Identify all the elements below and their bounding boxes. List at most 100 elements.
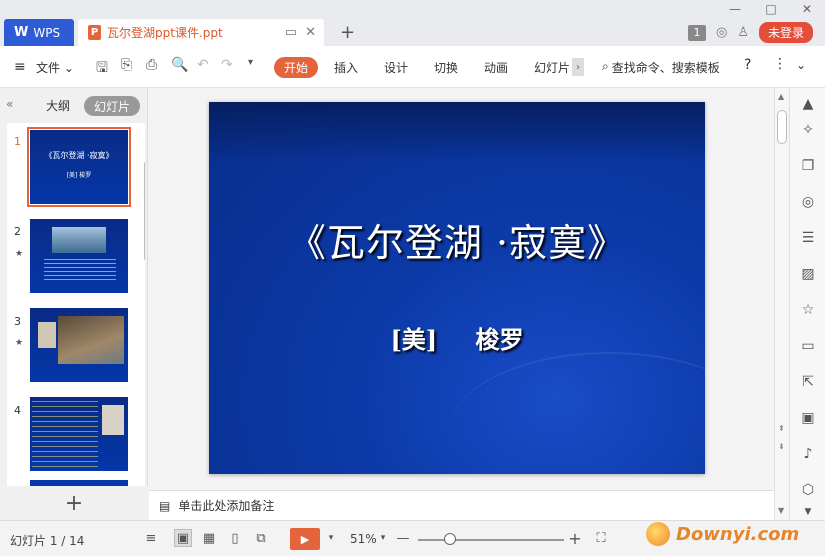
more-tabs-icon[interactable]: › [572, 58, 584, 76]
picture-icon[interactable]: ▣ [798, 408, 818, 428]
command-search[interactable]: ⌕ 查找命令、搜索模板 [602, 59, 720, 76]
thumbnail-list[interactable]: 1 《瓦尔登湖 ·寂寞》 [美] 梭罗 2 ★ 3 ★ 4 [7, 123, 145, 486]
document-tab-label: 瓦尔登湖ppt课件.ppt [107, 26, 223, 40]
shield-icon[interactable]: ⬡ [798, 480, 818, 500]
thumb-text-block [44, 259, 116, 283]
collapse-panel-icon[interactable]: « [6, 97, 13, 111]
collapse-ribbon-icon[interactable]: ⌄ [796, 58, 806, 72]
copy-icon[interactable]: ❐ [798, 156, 818, 176]
monitor-icon[interactable]: ▭ [285, 25, 297, 40]
next-slide-icon[interactable]: ⇟ [778, 442, 785, 451]
new-tab-button[interactable]: + [340, 22, 355, 43]
zoom-slider-handle[interactable] [444, 533, 456, 545]
redo-icon[interactable]: ↷ [221, 57, 233, 73]
tab-slideshow[interactable]: 幻灯片 [534, 59, 570, 76]
title-bar: W WPS P 瓦尔登湖ppt课件.ppt ▭ ✕ + — □ ✕ 1 ◎ ♙ … [0, 0, 825, 46]
login-button[interactable]: 未登录 [758, 22, 813, 43]
slide-thumbnail-1[interactable]: 《瓦尔登湖 ·寂寞》 [美] 梭罗 [27, 127, 131, 207]
window-count-badge[interactable]: 1 [687, 24, 706, 41]
slide-subtitle[interactable]: [美] 梭罗 [209, 320, 705, 355]
watermark-text: Downyi.com [676, 523, 800, 545]
slide-thumbnail-2[interactable] [30, 219, 128, 293]
close-window-button[interactable]: ✕ [789, 0, 825, 18]
format-painter-icon[interactable]: ⎘ [121, 57, 132, 73]
add-slide-button[interactable]: + [0, 486, 148, 520]
archive-icon[interactable]: ▭ [798, 336, 818, 356]
zoom-in-icon[interactable]: + [566, 529, 584, 548]
scroll-up-icon[interactable]: ▲ [778, 92, 784, 101]
minimize-button[interactable]: — [717, 0, 753, 18]
notes-icon: ▤ [159, 498, 171, 513]
thumbnail-scrollbar[interactable] [144, 161, 145, 261]
file-menu[interactable]: 文件 ⌄ [36, 59, 74, 76]
lake-image [52, 227, 106, 253]
presenter-icon[interactable]: ⧉ [252, 529, 270, 547]
slide-canvas: 《瓦尔登湖 ·寂寞》 [美] 梭罗 [149, 88, 774, 490]
maximize-button[interactable]: □ [753, 0, 789, 18]
close-tab-icon[interactable]: ✕ [305, 25, 316, 40]
hamburger-icon[interactable]: ≡ [14, 59, 26, 75]
slide-panel: « 大纲 幻灯片 1 《瓦尔登湖 ·寂寞》 [美] 梭罗 2 ★ 3 ★ 4 + [0, 88, 148, 520]
current-slide[interactable]: 《瓦尔登湖 ·寂寞》 [美] 梭罗 [209, 102, 705, 474]
slide-sorter-icon[interactable]: ▦ [200, 529, 218, 547]
fit-window-icon[interactable]: ⛶ [592, 529, 610, 547]
play-options-icon[interactable]: ▾ [322, 529, 340, 547]
zoom-slider[interactable] [418, 539, 564, 541]
wps-tab-label: WPS [33, 25, 61, 40]
slide-thumbnail-3[interactable] [30, 308, 128, 382]
shapes-icon[interactable]: ◎ [798, 192, 818, 212]
canvas-scrollbar[interactable]: ▲ ⇞ ⇟ ▼ [774, 88, 788, 520]
tab-design[interactable]: 设计 [384, 59, 408, 76]
scroll-down-icon[interactable]: ▼ [778, 506, 784, 515]
document-tab[interactable]: P 瓦尔登湖ppt课件.ppt ▭ ✕ [78, 19, 324, 46]
notes-bar[interactable]: ▤ 单击此处添加备注 [149, 490, 774, 520]
star-icon[interactable]: ☆ [798, 300, 818, 320]
prev-slide-icon[interactable]: ⇞ [778, 424, 785, 433]
print-icon[interactable]: ⎙ [146, 57, 157, 73]
image-edit-icon[interactable]: ▨ [798, 264, 818, 284]
tab-outline[interactable]: 大纲 [46, 97, 70, 114]
settings-sliders-icon[interactable]: ☰ [798, 228, 818, 248]
portrait-image [38, 322, 56, 348]
help-icon[interactable]: ? [744, 57, 751, 73]
scrollbar-thumb[interactable] [777, 110, 787, 144]
slide-decoration [449, 352, 705, 474]
scroll-down-icon[interactable]: ▼ [798, 502, 818, 522]
audio-icon[interactable]: ♪ [798, 444, 818, 464]
share-icon[interactable]: ⇱ [798, 372, 818, 392]
zoom-out-icon[interactable]: — [394, 529, 412, 547]
slide-thumbnail-4[interactable] [30, 397, 128, 471]
notes-toggle-icon[interactable]: ≡ [142, 529, 160, 547]
watermark-logo-icon [646, 522, 670, 546]
thumb-subtitle: [美] 梭罗 [66, 172, 92, 179]
search-icon: ⌕ [602, 59, 609, 73]
thumb-title: 《瓦尔登湖 ·寂寞》 [44, 151, 114, 160]
zoom-dropdown-icon[interactable]: ▾ [374, 529, 392, 547]
notes-placeholder[interactable]: 单击此处添加备注 [178, 497, 274, 514]
tab-transition[interactable]: 切换 [434, 59, 458, 76]
tab-start[interactable]: 开始 [274, 57, 318, 78]
wps-home-tab[interactable]: W WPS [4, 19, 74, 46]
normal-view-icon[interactable]: ▣ [174, 529, 192, 547]
play-slideshow-button[interactable]: ▶ [290, 528, 320, 550]
reading-view-icon[interactable]: ▯ [226, 529, 244, 547]
tab-animation[interactable]: 动画 [484, 59, 508, 76]
ribbon-bar: ≡ 文件 ⌄ 🖫 ⎘ ⎙ 🔍 ↶ ↷ ▾ 开始 插入 设计 切换 动画 幻灯片 … [0, 46, 825, 88]
scroll-up-icon[interactable]: ▲ [798, 94, 818, 114]
animation-star-icon: ★ [15, 249, 24, 259]
right-toolbar: ▲ ✧ ❐ ◎ ☰ ▨ ☆ ▭ ⇱ ▣ ♪ ⬡ ▼ [789, 88, 825, 520]
portrait-image [102, 405, 124, 435]
skin-icon[interactable]: ◎ [716, 25, 727, 40]
slide-title[interactable]: 《瓦尔登湖 ·寂寞》 [209, 212, 705, 267]
save-icon[interactable]: 🖫 [96, 57, 108, 81]
thumb-text-block [32, 401, 98, 467]
magic-icon[interactable]: ✧ [798, 120, 818, 140]
shirt-icon[interactable]: ♙ [737, 25, 749, 40]
undo-icon[interactable]: ↶ [197, 57, 209, 73]
tab-slides[interactable]: 幻灯片 [84, 96, 140, 116]
print-preview-icon[interactable]: 🔍 [171, 57, 188, 73]
tab-insert[interactable]: 插入 [334, 59, 358, 76]
zoom-level[interactable]: 51% [350, 532, 377, 546]
more-options-icon[interactable]: ⋮ [773, 56, 787, 72]
quick-access-dropdown-icon[interactable]: ▾ [248, 57, 253, 68]
